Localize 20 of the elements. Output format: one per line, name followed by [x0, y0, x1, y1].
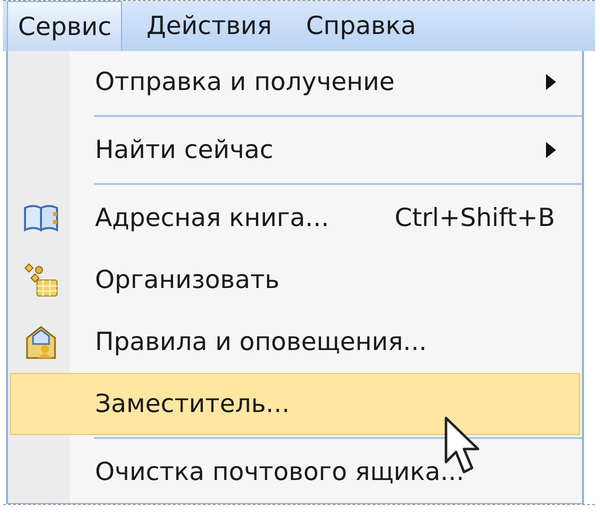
- menu-item[interactable]: Адресная книга... Ctrl+Shift+B: [10, 187, 580, 249]
- menu-item[interactable]: Отправка и получение: [10, 51, 580, 113]
- menu-bar-item[interactable]: Справка: [296, 1, 426, 51]
- menu-item-label: Заместитель...: [95, 388, 290, 420]
- organize-icon: [23, 262, 59, 298]
- menu-bar-item[interactable]: Сервис: [7, 1, 122, 51]
- menu-item[interactable]: Заместитель...: [10, 373, 580, 435]
- menu-item-label: Правила и оповещения...: [95, 326, 427, 358]
- menu-item[interactable]: Правила и оповещения...: [10, 311, 580, 373]
- menu-item-label: Найти сейчас: [95, 134, 274, 166]
- menu-item-label: Отправка и получение: [95, 66, 395, 98]
- book-icon: [23, 202, 59, 234]
- menu-item[interactable]: Очистка почтового ящика...: [10, 441, 580, 503]
- menu-item-label: Организовать: [95, 264, 280, 296]
- menu-bar-item[interactable]: Действия: [136, 1, 282, 51]
- menu-item-label: Очистка почтового ящика...: [95, 456, 464, 488]
- shortcut-text: Ctrl+Shift+B: [394, 202, 555, 234]
- menu-item-label: Адресная книга...: [95, 202, 330, 234]
- menu-item[interactable]: Организовать: [10, 249, 580, 311]
- menu-item[interactable]: Найти сейчас: [10, 119, 580, 181]
